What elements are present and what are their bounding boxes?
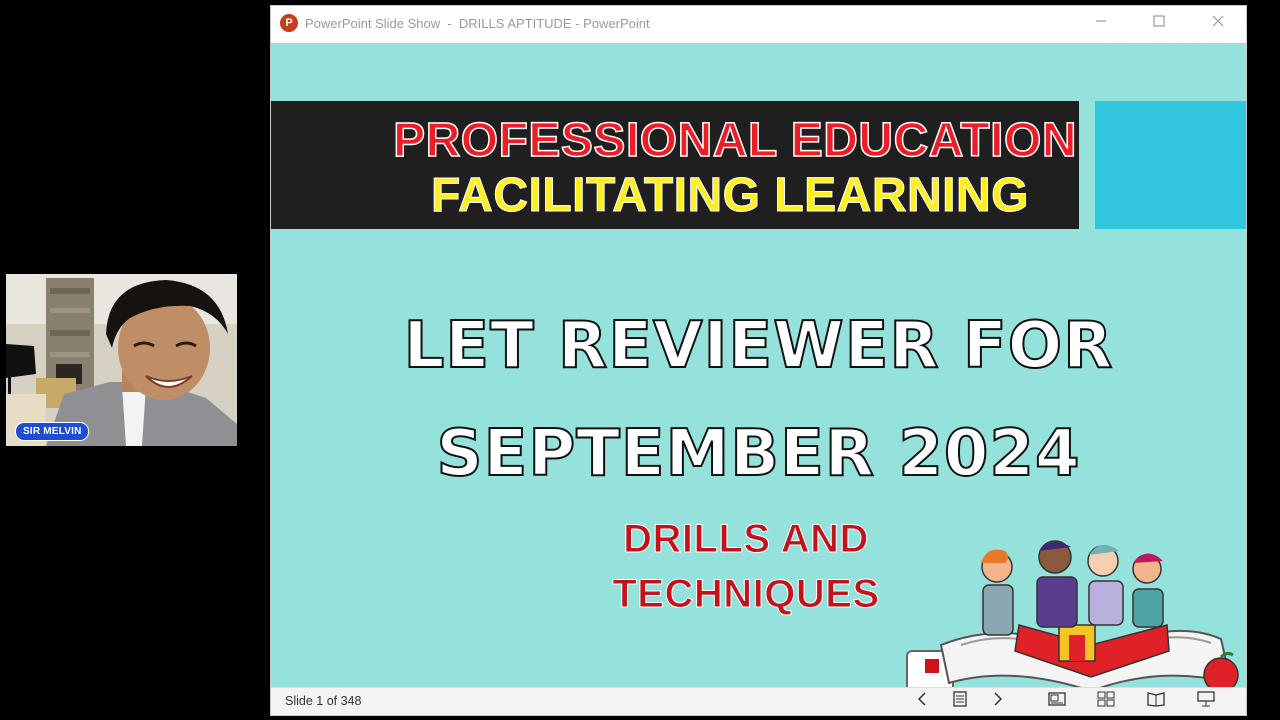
- banner-line-facilitating-learning: FACILITATING LEARNING: [430, 169, 1030, 223]
- next-slide-button[interactable]: [987, 691, 1009, 711]
- heading-line-2: SEPTEMBER 2024: [436, 416, 1081, 492]
- heading-line-1: LET REVIEWER FOR: [403, 308, 1114, 384]
- normal-view-button[interactable]: [1046, 691, 1068, 711]
- banner-line-professional-education: PROFESSIONAL EDUCATION: [392, 113, 1077, 168]
- window-title: PowerPoint Slide Show - DRILLS APTITUDE …: [305, 16, 650, 31]
- title-banner: PROFESSIONAL EDUCATION FACILITATING LEAR…: [271, 101, 1079, 229]
- presenter-video: [6, 274, 237, 446]
- powerpoint-app-icon: P: [280, 14, 298, 32]
- title-bar[interactable]: P PowerPoint Slide Show - DRILLS APTITUD…: [271, 6, 1248, 55]
- status-bar: Slide 1 of 348: [271, 687, 1246, 715]
- reading-view-icon: [1147, 692, 1165, 707]
- notes-list-icon: [953, 691, 967, 707]
- accent-box: [1095, 101, 1246, 229]
- slide-canvas[interactable]: PROFESSIONAL EDUCATION FACILITATING LEAR…: [271, 43, 1246, 688]
- previous-slide-button[interactable]: [911, 691, 933, 711]
- reading-view-button[interactable]: [1145, 691, 1167, 711]
- slideshow-icon: [1197, 691, 1215, 707]
- slide-counter: Slide 1 of 348: [285, 694, 362, 708]
- next-icon: [994, 692, 1003, 706]
- slide-menu-button[interactable]: [949, 691, 971, 711]
- students-book-illustration: [906, 540, 1239, 688]
- participant-name-badge: SIR MELVIN: [15, 422, 90, 441]
- prev-icon: [917, 692, 926, 706]
- powerpoint-window: P PowerPoint Slide Show - DRILLS APTITUD…: [270, 5, 1248, 716]
- slide-sorter-icon: [1097, 691, 1115, 707]
- slideshow-button[interactable]: [1195, 691, 1217, 711]
- webcam-tile: SIR MELVIN: [6, 274, 237, 446]
- slide-sorter-button[interactable]: [1095, 691, 1117, 711]
- normal-view-icon: [1048, 692, 1066, 706]
